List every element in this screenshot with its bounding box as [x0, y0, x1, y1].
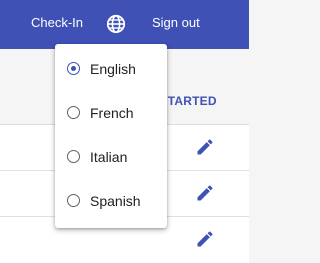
- language-option-english[interactable]: English: [55, 48, 167, 92]
- language-option-italian[interactable]: Italian: [55, 136, 167, 180]
- language-option-label: English: [90, 61, 136, 77]
- radio-unselected-icon[interactable]: [67, 194, 80, 207]
- language-menu: English French Italian Spanish: [55, 44, 167, 228]
- radio-unselected-icon[interactable]: [67, 150, 80, 163]
- radio-unselected-icon[interactable]: [67, 106, 80, 119]
- signout-link[interactable]: Sign out: [152, 15, 200, 31]
- edit-icon[interactable]: [195, 229, 215, 249]
- language-option-spanish[interactable]: Spanish: [55, 180, 167, 224]
- edit-icon[interactable]: [195, 183, 215, 203]
- edit-icon[interactable]: [195, 137, 215, 157]
- language-option-label: French: [90, 105, 134, 121]
- language-option-label: Italian: [90, 149, 128, 165]
- globe-icon[interactable]: [106, 14, 126, 34]
- language-option-french[interactable]: French: [55, 92, 167, 136]
- app-header: Check-In Sign out: [0, 0, 249, 49]
- checkin-link[interactable]: Check-In: [31, 15, 83, 31]
- radio-selected-icon[interactable]: [67, 62, 80, 75]
- language-option-label: Spanish: [90, 193, 141, 209]
